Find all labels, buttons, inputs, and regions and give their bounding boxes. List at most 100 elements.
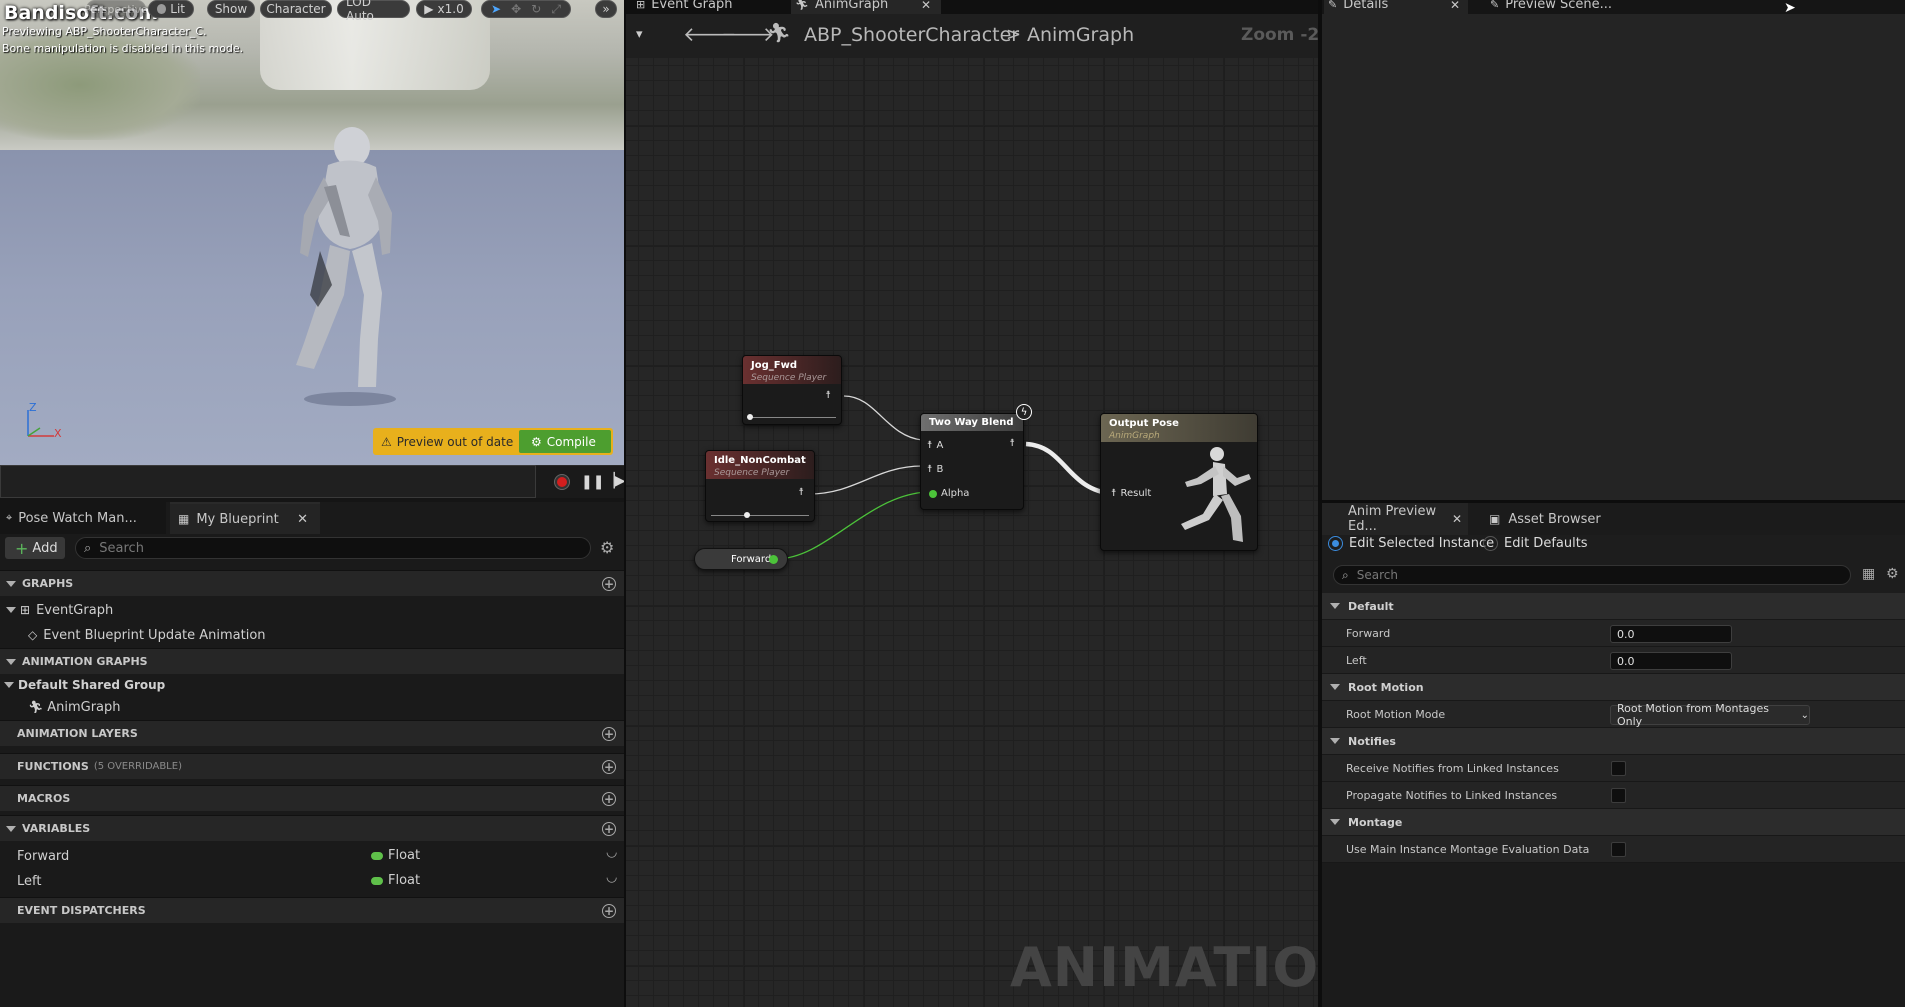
add-function-icon[interactable]: +	[602, 759, 616, 774]
section-event-dispatchers[interactable]: EVENT DISPATCHERS +	[0, 897, 624, 923]
add-layer-icon[interactable]: +	[602, 726, 616, 741]
tab-preview-scene-label: Preview Scene...	[1505, 0, 1612, 12]
tab-details[interactable]: ✎ Details ✕	[1324, 0, 1468, 14]
section-animation-layers[interactable]: ANIMATION LAYERS +	[0, 720, 624, 746]
variable-name: Forward	[17, 848, 70, 864]
details-search-input[interactable]: ⌕ Search	[1333, 565, 1851, 585]
section-root-motion[interactable]: Root Motion	[1322, 674, 1905, 701]
panel-splitter-vertical[interactable]	[624, 0, 626, 1007]
tab-preview-scene[interactable]: ✎ Preview Scene...	[1486, 0, 1666, 14]
section-macros[interactable]: MACROS +	[0, 785, 624, 811]
tab-pose-watch[interactable]: ⌖ Pose Watch Man...	[0, 502, 166, 534]
add-graph-icon[interactable]: +	[602, 576, 616, 591]
section-montage-label: Montage	[1348, 815, 1403, 829]
rotate-icon[interactable]: ↻	[531, 2, 541, 16]
close-icon[interactable]: ✕	[297, 512, 308, 527]
node-forward-getter[interactable]: Forward	[694, 548, 788, 570]
node-title: Jog_Fwd	[751, 360, 797, 371]
pin-alpha-label: Alpha	[941, 488, 970, 499]
visibility-eye-icon[interactable]: ◡	[606, 870, 617, 885]
node-title: Two Way Blend	[929, 417, 1014, 428]
add-macro-icon[interactable]: +	[602, 791, 616, 806]
record-button[interactable]	[554, 474, 570, 490]
tree-item-event-graph[interactable]: ⊞ EventGraph	[0, 597, 624, 623]
pose-watch-icon: ⌖	[6, 511, 13, 524]
tab-asset-browser[interactable]: ▣ Asset Browser	[1486, 503, 1636, 535]
float-output-pin-icon[interactable]	[769, 555, 778, 564]
lod-button[interactable]: LOD Auto	[337, 0, 410, 23]
pin-b[interactable]: ☨ B	[927, 464, 943, 475]
view-mode-button[interactable]: Lit	[148, 0, 194, 18]
table-view-icon[interactable]: ▦	[1862, 566, 1875, 582]
section-graphs[interactable]: GRAPHS +	[0, 570, 624, 596]
add-variable-icon[interactable]: +	[602, 821, 616, 836]
node-output-pose[interactable]: Output Pose AnimGraph ☨ Result	[1100, 413, 1258, 551]
select-icon[interactable]: ➤	[491, 2, 501, 16]
settings-gear-icon[interactable]: ⚙	[1886, 566, 1899, 582]
pause-icon[interactable]: ❚❚	[581, 474, 604, 490]
section-variables[interactable]: VARIABLES +	[0, 815, 624, 841]
visibility-eye-icon[interactable]: ◡	[606, 845, 617, 860]
scale-icon[interactable]: ⤢	[551, 2, 561, 17]
radio-edit-selected[interactable]: Edit Selected Instance	[1328, 535, 1494, 552]
compile-button[interactable]: ⚙ Compile	[519, 430, 611, 453]
node-jog-fwd[interactable]: Jog_Fwd Sequence Player ☨	[742, 355, 842, 425]
receive-notifies-checkbox[interactable]	[1611, 761, 1626, 776]
panel-splitter[interactable]	[1322, 500, 1905, 503]
step-forward-icon[interactable]: ▕▶	[604, 473, 626, 489]
panel-splitter-vertical[interactable]	[1318, 0, 1322, 1007]
play-rate-button[interactable]: ▶ x1.0	[416, 0, 472, 18]
close-icon[interactable]: ✕	[1450, 0, 1460, 11]
character-button[interactable]: Character	[260, 0, 332, 18]
tree-item-anim-graph[interactable]: 🏃︎ AnimGraph	[0, 694, 624, 720]
forward-value-field[interactable]: 0.0	[1610, 625, 1732, 643]
use-main-montage-checkbox[interactable]	[1611, 842, 1626, 857]
section-functions-label: FUNCTIONS	[17, 760, 89, 773]
variable-row[interactable]: Forward Float ◡	[0, 843, 624, 869]
preview-out-of-date-button[interactable]: ⚠ Preview out of date	[375, 430, 518, 453]
lit-label: Lit	[170, 2, 185, 16]
node-idle-noncombat[interactable]: Idle_NonCombat Sequence Player ☨	[705, 450, 815, 522]
preview-out-of-date-label: Preview out of date	[396, 434, 514, 449]
variable-row[interactable]: Left Float ◡	[0, 868, 624, 894]
node-two-way-blend[interactable]: Two Way Blend ☨ A ☨ ☨ B Alpha	[920, 413, 1024, 510]
section-functions[interactable]: FUNCTIONS (5 OVERRIDABLE) +	[0, 753, 624, 779]
add-dispatcher-icon[interactable]: +	[602, 903, 616, 918]
section-default[interactable]: Default	[1322, 593, 1905, 620]
pose-output-pin-icon[interactable]: ☨	[799, 487, 804, 498]
section-montage[interactable]: Montage	[1322, 809, 1905, 836]
section-notifies[interactable]: Notifies	[1322, 728, 1905, 755]
radio-edit-defaults[interactable]: Edit Defaults	[1483, 535, 1588, 552]
gear-icon: ⚙	[531, 434, 542, 449]
section-macros-label: MACROS	[17, 792, 71, 805]
tab-anim-preview[interactable]: Anim Preview Ed... ✕	[1322, 503, 1468, 535]
pose-output-pin-icon[interactable]: ☨	[1010, 438, 1015, 449]
perspective-button[interactable]: Perspective	[84, 0, 148, 18]
pose-output-pin-icon[interactable]: ☨	[826, 390, 831, 401]
section-notifies-label: Notifies	[1348, 734, 1396, 748]
preview-viewport[interactable]: Bandisoft.com Lit Perspective Show Chara…	[0, 0, 624, 465]
close-icon[interactable]: ✕	[1452, 512, 1462, 526]
pose-pin-icon: ☨	[927, 464, 933, 475]
translate-icon[interactable]: ✥	[511, 2, 521, 16]
show-button[interactable]: Show	[207, 0, 255, 18]
variable-type: Float	[388, 873, 421, 888]
section-animation-graphs[interactable]: ANIMATION GRAPHS	[0, 648, 624, 674]
tab-my-blueprint[interactable]: ▦ My Blueprint ✕	[170, 502, 320, 534]
pin-alpha[interactable]: Alpha	[929, 488, 969, 499]
timeline-scrubber[interactable]	[0, 465, 536, 498]
add-button[interactable]: + Add	[5, 537, 65, 559]
show-label: Show	[214, 2, 248, 16]
axis-z-label: Z	[29, 401, 37, 414]
tree-item-event-update[interactable]: ◇ Event Blueprint Update Animation	[0, 622, 624, 648]
collapse-arrow-icon	[6, 658, 16, 665]
more-options-icon[interactable]: »	[595, 0, 617, 18]
node-header: Idle_NonCombat Sequence Player	[706, 451, 814, 479]
settings-gear-icon[interactable]: ⚙	[600, 538, 614, 557]
pin-a[interactable]: ☨ A	[927, 440, 943, 451]
left-value-field[interactable]: 0.0	[1610, 652, 1732, 670]
pin-result[interactable]: ☨ Result	[1111, 488, 1151, 499]
propagate-notifies-checkbox[interactable]	[1611, 788, 1626, 803]
root-motion-mode-dropdown[interactable]: Root Motion from Montages Only ⌄	[1610, 702, 1810, 728]
search-input[interactable]: ⌕ Search	[75, 537, 591, 559]
